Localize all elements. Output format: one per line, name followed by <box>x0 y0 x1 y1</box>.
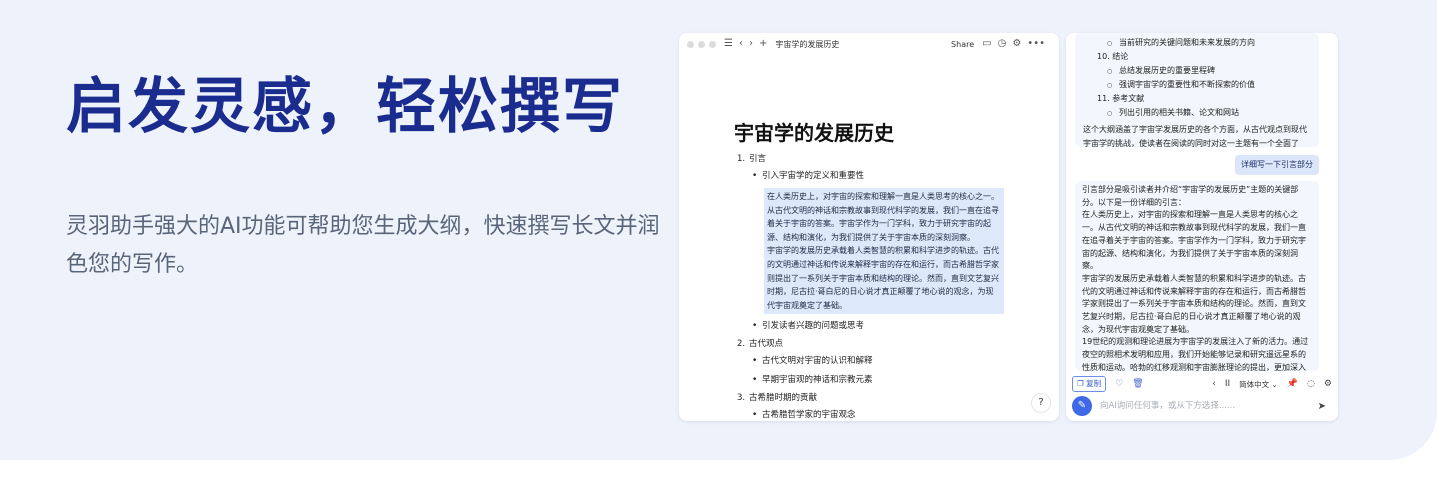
paragraph-text: 宇宙学的发展历史承载着人类智慧的积累和科学进步的轨迹。古代的文明通过神话和传说来… <box>767 246 999 310</box>
outline-bullet: 早期宇宙观的神话和宗教元素 <box>737 371 1037 390</box>
chat-icon[interactable]: ◌ <box>1307 379 1315 389</box>
outline-subpoint: 当前研究的关键问题和未来发展的方向 <box>1083 36 1311 50</box>
outline-bullet: 古希腊哲学家的宇宙观念 <box>737 406 1037 421</box>
settings-icon[interactable]: ⚙ <box>1012 39 1021 49</box>
share-button[interactable]: Share <box>951 40 974 49</box>
headline: 启发灵感，轻松撰写 <box>66 72 624 142</box>
help-button[interactable]: ? <box>1031 393 1051 413</box>
ai-response-card: 当前研究的关键问题和未来发展的方向 10. 结论 总结发展历史的重要里程碑 强调… <box>1075 33 1319 147</box>
outline-bullet: 古代文明对宇宙的认识和解释 <box>737 352 1037 371</box>
language-select[interactable]: 简体中文 ⌄ <box>1239 379 1278 390</box>
outline-item: 2. 古代观点 <box>737 339 784 350</box>
comment-icon[interactable]: ▭ <box>982 39 991 49</box>
clock-icon[interactable]: ◷ <box>998 39 1007 49</box>
response-text: 宇宙学的发展历史承载着人类智慧的积累和科学进步的轨迹。古代的文明通过神话和传说来… <box>1082 273 1306 334</box>
ai-assistant-panel: 当前研究的关键问题和未来发展的方向 10. 结论 总结发展历史的重要里程碑 强调… <box>1066 33 1338 421</box>
window-dot[interactable] <box>698 40 705 48</box>
document-outline: 1.引言 引入宇宙学的定义和重要性 在人类历史上，对宇宙的探索和理解一直是人类思… <box>737 151 1037 421</box>
chevron-left-icon[interactable]: ‹ <box>739 39 743 49</box>
document-title: 宇宙学的发展历史 <box>734 121 894 145</box>
response-text: 19世纪的观测和理论进展为宇宙学的发展注入了新的活力。通过夜空的照相术发明和应用… <box>1082 337 1309 371</box>
user-message: 详细写一下引言部分 <box>1235 155 1319 175</box>
pagination-indicator: II <box>1224 379 1231 389</box>
ai-response-card: 引言部分是吸引读者并介绍“宇宙学的发展历史”主题的关键部分。以下是一份详细的引言… <box>1075 181 1319 371</box>
outline-subpoint: 强调宇宙学的重要性和不断探索的价值 <box>1083 78 1311 92</box>
plus-icon[interactable]: + <box>759 39 767 49</box>
response-toolbar: ❐ 复制 ♡ 🗑 ‹ II 简体中文 ⌄ 📌 ◌ ⚙ <box>1072 375 1332 393</box>
document-window: ☰ ‹ › + 宇宙学的发展历史 Share ▭ ◷ ⚙ ••• 宇宙学的发展历… <box>679 33 1059 421</box>
assistant-logo-icon: ✎ <box>1072 396 1092 416</box>
window-dot[interactable] <box>709 40 716 48</box>
hero-section: 启发灵感，轻松撰写 灵羽助手强大的AI功能可帮助您生成大纲，快速撰写长文并润色您… <box>0 0 1437 460</box>
outline-subpoint: 列出引用的相关书籍、论文和网站 <box>1083 106 1311 120</box>
document-toolbar: ☰ ‹ › + 宇宙学的发展历史 Share ▭ ◷ ⚙ ••• <box>679 33 1059 55</box>
window-controls <box>687 40 716 48</box>
menu-icon[interactable]: ☰ <box>724 39 733 49</box>
response-text: 引言部分是吸引读者并介绍“宇宙学的发展历史”主题的关键部分。以下是一份详细的引言… <box>1082 185 1299 207</box>
hero-description: 灵羽助手强大的AI功能可帮助您生成大纲，快速撰写长文并润色您的写作。 <box>66 214 660 277</box>
send-icon[interactable]: ➤ <box>1318 401 1326 412</box>
like-icon[interactable]: ♡ <box>1115 379 1123 389</box>
response-text: 在人类历史上，对宇宙的探索和理解一直是人类思考的核心之一。从古代文明的神话和宗教… <box>1082 210 1306 271</box>
paragraph-text: 在人类历史上，对宇宙的探索和理解一直是人类思考的核心之一。从古代文明的神话和宗教… <box>767 192 999 242</box>
highlighted-paragraph[interactable]: 在人类历史上，对宇宙的探索和理解一直是人类思考的核心之一。从古代文明的神话和宗教… <box>764 188 1004 315</box>
chevron-down-icon: ⌄ <box>1269 379 1278 389</box>
outline-item: 1. 引言 <box>737 154 767 164</box>
outline-subpoint: 总结发展历史的重要里程碑 <box>1083 64 1311 78</box>
window-dot[interactable] <box>687 40 694 48</box>
help-icon: ? <box>1038 397 1044 408</box>
pin-icon[interactable]: 📌 <box>1287 379 1298 389</box>
outline-point: 10. 结论 <box>1097 52 1129 61</box>
outline-point: 11. 参考文献 <box>1097 94 1145 103</box>
chevron-right-icon[interactable]: › <box>749 39 753 49</box>
ai-input-bar: ✎ ➤ <box>1072 395 1332 417</box>
response-summary: 这个大纲涵盖了宇宙学发展历史的各个方面，从古代观点到现代宇宙学的挑战，使读者在阅… <box>1083 125 1307 147</box>
trash-icon[interactable]: 🗑 <box>1132 379 1143 389</box>
more-icon[interactable]: ••• <box>1027 39 1045 49</box>
copy-button[interactable]: ❐ 复制 <box>1072 376 1107 392</box>
copy-icon: ❐ <box>1077 379 1087 388</box>
settings-icon[interactable]: ⚙ <box>1324 379 1332 389</box>
chevron-left-icon[interactable]: ‹ <box>1212 379 1216 389</box>
document-breadcrumb: 宇宙学的发展历史 <box>775 39 840 49</box>
ai-prompt-input[interactable] <box>1100 396 1314 416</box>
outline-bullet: 引入宇宙学的定义和重要性 <box>737 167 1037 186</box>
document-body: 宇宙学的发展历史 1.引言 引入宇宙学的定义和重要性 在人类历史上，对宇宙的探索… <box>679 55 1059 421</box>
outline-bullet: 引发读者兴趣的问题或思考 <box>737 317 1037 336</box>
outline-item: 3. 古希腊时期的贡献 <box>737 393 818 404</box>
